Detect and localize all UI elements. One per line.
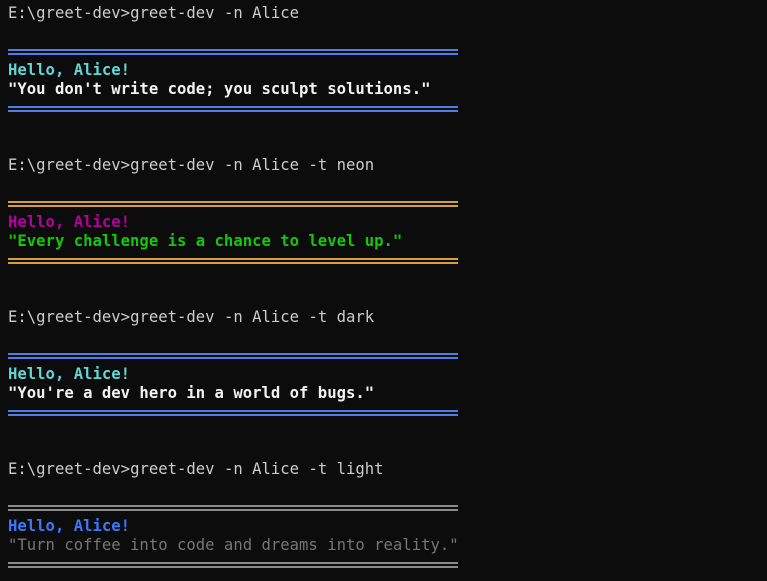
command-text: greet-dev -n Alice -t dark: [130, 308, 375, 326]
command-text: greet-dev -n Alice -t light: [130, 460, 384, 478]
command-text: greet-dev -n Alice: [130, 4, 300, 22]
bottom-border-rule: [8, 555, 458, 574]
command-line: E:\greet-dev> greet-dev -n Alice -t neon: [8, 156, 758, 175]
prompt: E:\greet-dev>: [8, 460, 131, 478]
quote-text: "Turn coffee into code and dreams into r…: [8, 536, 459, 554]
command-line: E:\greet-dev> greet-dev -n Alice: [8, 4, 758, 23]
quote-text: "You don't write code; you sculpt soluti…: [8, 80, 431, 98]
top-border-rule: [8, 194, 458, 213]
bottom-border-rule: [8, 99, 458, 118]
command-line: E:\greet-dev> greet-dev -n Alice -t light: [8, 460, 758, 479]
bottom-border-rule: [8, 251, 458, 270]
quote-text: "Every challenge is a chance to level up…: [8, 232, 403, 250]
command-line: E:\greet-dev> greet-dev -n Alice -t dark: [8, 308, 758, 327]
quote-text: "You're a dev hero in a world of bugs.": [8, 384, 375, 402]
terminal-output[interactable]: E:\greet-dev> greet-dev -n Alice Hello, A…: [8, 4, 758, 574]
top-border-rule: [8, 498, 458, 517]
command-text: greet-dev -n Alice -t neon: [130, 156, 375, 174]
top-border-rule: [8, 346, 458, 365]
prompt: E:\greet-dev>: [8, 156, 131, 174]
prompt: E:\greet-dev>: [8, 308, 131, 326]
top-border-rule: [8, 42, 458, 61]
prompt: E:\greet-dev>: [8, 4, 131, 22]
bottom-border-rule: [8, 403, 458, 422]
greeting-text: Hello, Alice!: [8, 517, 131, 535]
greeting-text: Hello, Alice!: [8, 213, 131, 231]
greeting-text: Hello, Alice!: [8, 61, 131, 79]
greeting-text: Hello, Alice!: [8, 365, 131, 383]
